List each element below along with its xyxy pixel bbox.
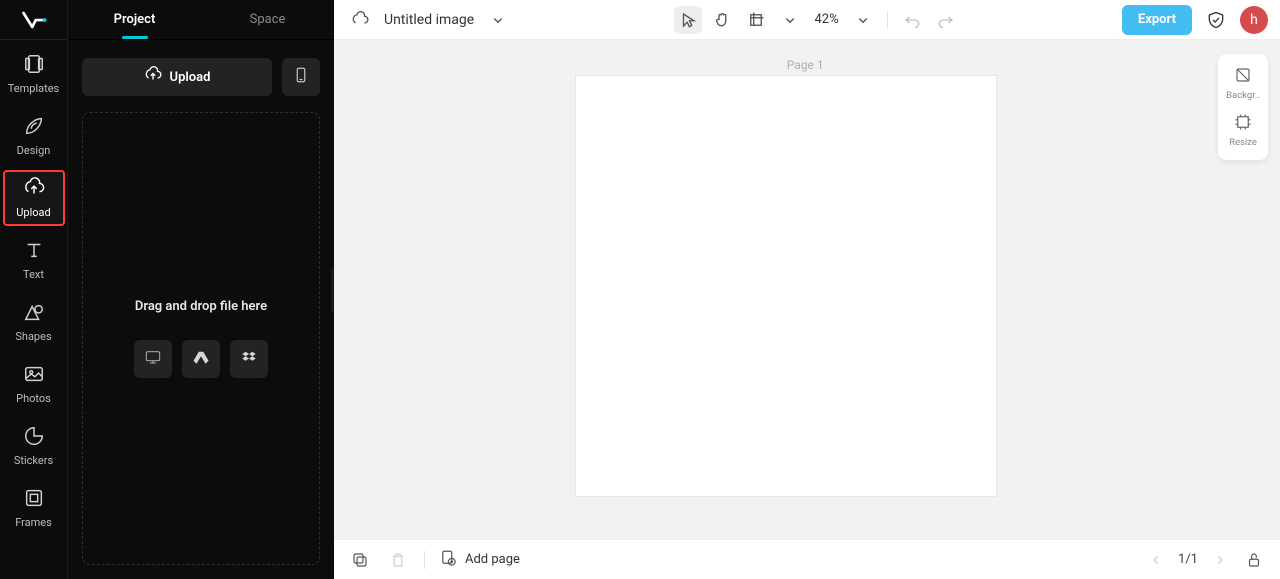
privacy-shield-button[interactable] bbox=[1202, 6, 1230, 34]
bottombar: Add page 1/1 bbox=[334, 539, 1280, 579]
rail-upload[interactable]: Upload bbox=[3, 170, 65, 226]
page-indicator: 1/1 bbox=[1178, 552, 1198, 567]
upload-from-mobile-button[interactable] bbox=[282, 58, 320, 96]
side-tools: Backgr.. Resize bbox=[1218, 54, 1268, 160]
rail-label: Photos bbox=[16, 392, 51, 405]
export-label: Export bbox=[1138, 12, 1176, 27]
rail-label: Templates bbox=[8, 82, 59, 95]
undo-button[interactable] bbox=[898, 6, 926, 34]
project-title[interactable]: Untitled image bbox=[384, 12, 474, 28]
panel-tabs: Project Space bbox=[68, 0, 334, 40]
dropzone[interactable]: Drag and drop file here bbox=[82, 112, 320, 565]
redo-button[interactable] bbox=[932, 6, 960, 34]
upload-button-label: Upload bbox=[170, 70, 211, 85]
templates-icon bbox=[23, 53, 45, 78]
topbar: Untitled image 42% Export h bbox=[334, 0, 1280, 40]
mobile-icon bbox=[292, 65, 310, 89]
app-logo[interactable] bbox=[0, 0, 68, 40]
zoom-dropdown[interactable] bbox=[849, 6, 877, 34]
divider bbox=[424, 551, 425, 569]
rail-templates[interactable]: Templates bbox=[3, 46, 65, 102]
design-icon bbox=[23, 115, 45, 140]
main-area: Untitled image 42% Export h Page 1 bbox=[334, 0, 1280, 579]
source-google-drive-button[interactable] bbox=[182, 340, 220, 378]
side-tool-label: Backgr.. bbox=[1226, 90, 1260, 101]
delete-button[interactable] bbox=[386, 548, 410, 572]
rail-label: Frames bbox=[15, 516, 52, 529]
monitor-icon bbox=[144, 349, 162, 369]
upload-panel: Project Space Upload Drag and drop file … bbox=[68, 0, 334, 579]
rail-photos[interactable]: Photos bbox=[3, 356, 65, 412]
source-device-button[interactable] bbox=[134, 340, 172, 378]
zoom-level[interactable]: 42% bbox=[810, 12, 842, 27]
pager: 1/1 bbox=[1146, 548, 1266, 572]
hand-tool[interactable] bbox=[708, 6, 736, 34]
rail-label: Upload bbox=[16, 206, 50, 219]
rail-design[interactable]: Design bbox=[3, 108, 65, 164]
tab-space[interactable]: Space bbox=[201, 0, 334, 39]
canvas-viewport[interactable]: Page 1 Backgr.. Resize bbox=[334, 40, 1280, 539]
rail-stickers[interactable]: Stickers bbox=[3, 418, 65, 474]
layers-button[interactable] bbox=[348, 548, 372, 572]
tab-label: Space bbox=[250, 12, 286, 27]
dropbox-icon bbox=[240, 349, 258, 369]
add-page-icon bbox=[439, 549, 457, 571]
add-page-label: Add page bbox=[465, 552, 520, 567]
project-type-icon[interactable] bbox=[346, 6, 374, 34]
resize-icon bbox=[1234, 113, 1252, 134]
page-label: Page 1 bbox=[787, 58, 824, 72]
photos-icon bbox=[23, 363, 45, 388]
stickers-icon bbox=[23, 425, 45, 450]
crop-dropdown[interactable] bbox=[776, 6, 804, 34]
text-icon bbox=[23, 239, 45, 264]
title-dropdown[interactable] bbox=[484, 6, 512, 34]
left-rail: Templates Design Upload Text Shapes Phot… bbox=[0, 0, 68, 579]
next-page-button[interactable] bbox=[1210, 550, 1230, 570]
avatar-initial: h bbox=[1250, 12, 1258, 28]
select-tool[interactable] bbox=[674, 6, 702, 34]
upload-icon bbox=[23, 177, 45, 202]
rail-label: Text bbox=[23, 268, 44, 281]
rail-label: Design bbox=[17, 144, 51, 157]
upload-button[interactable]: Upload bbox=[82, 58, 272, 96]
user-avatar[interactable]: h bbox=[1240, 6, 1268, 34]
rail-label: Stickers bbox=[14, 454, 53, 467]
rail-frames[interactable]: Frames bbox=[3, 480, 65, 536]
canvas-page[interactable] bbox=[576, 76, 996, 496]
rail-shapes[interactable]: Shapes bbox=[3, 294, 65, 350]
export-button[interactable]: Export bbox=[1122, 5, 1192, 35]
google-drive-icon bbox=[192, 349, 210, 369]
divider bbox=[887, 11, 888, 29]
source-dropbox-button[interactable] bbox=[230, 340, 268, 378]
drop-text: Drag and drop file here bbox=[135, 299, 267, 314]
rail-label: Shapes bbox=[15, 330, 51, 343]
rail-text[interactable]: Text bbox=[3, 232, 65, 288]
tab-label: Project bbox=[114, 12, 156, 27]
resize-tool[interactable]: Resize bbox=[1218, 107, 1268, 154]
lock-button[interactable] bbox=[1242, 548, 1266, 572]
background-tool[interactable]: Backgr.. bbox=[1218, 60, 1268, 107]
background-icon bbox=[1234, 66, 1252, 87]
prev-page-button[interactable] bbox=[1146, 550, 1166, 570]
upload-sources bbox=[134, 340, 268, 378]
shapes-icon bbox=[23, 301, 45, 326]
side-tool-label: Resize bbox=[1229, 137, 1257, 148]
crop-tool[interactable] bbox=[742, 6, 770, 34]
frames-icon bbox=[23, 487, 45, 512]
cloud-upload-icon bbox=[144, 66, 162, 88]
tab-project[interactable]: Project bbox=[68, 0, 201, 39]
add-page-button[interactable]: Add page bbox=[439, 549, 520, 571]
